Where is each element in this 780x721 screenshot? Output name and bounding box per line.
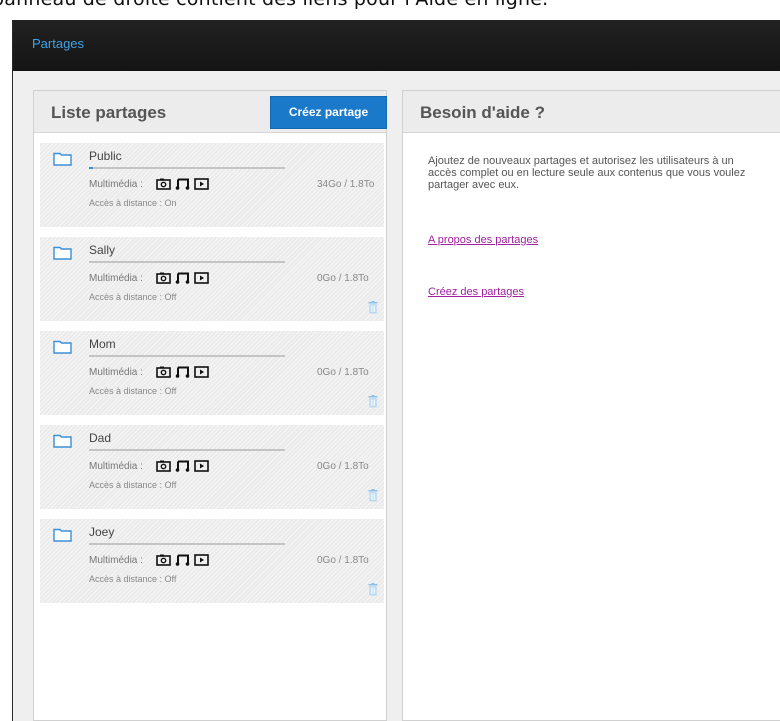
video-icon[interactable] bbox=[194, 459, 209, 472]
video-icon[interactable] bbox=[194, 553, 209, 566]
top-bar: Partages bbox=[13, 20, 780, 71]
folder-icon bbox=[53, 434, 72, 448]
app-frame: Partages Liste partages Créez partage Pu… bbox=[12, 20, 780, 721]
usage-bar bbox=[89, 261, 285, 263]
shares-panel-title: Liste partages bbox=[51, 103, 167, 122]
music-icon[interactable] bbox=[175, 459, 190, 472]
media-icons bbox=[156, 365, 209, 378]
remote-access-status: Accès à distance : Off bbox=[89, 574, 177, 584]
usage-bar bbox=[89, 355, 285, 357]
share-item-sally[interactable]: Sally Multimédia : 0Go / 1.8To Accès à d… bbox=[40, 237, 384, 321]
usage-bar bbox=[89, 167, 285, 169]
share-item-mom[interactable]: Mom Multimédia : 0Go / 1.8To Accès à dis… bbox=[40, 331, 384, 415]
share-name: Public bbox=[89, 149, 122, 163]
photo-icon[interactable] bbox=[156, 553, 171, 566]
breadcrumb[interactable]: Partages bbox=[32, 36, 84, 51]
create-shares-link[interactable]: Créez des partages bbox=[428, 286, 524, 298]
trash-icon[interactable] bbox=[368, 489, 378, 502]
shares-panel-header: Liste partages Créez partage bbox=[34, 91, 387, 133]
photo-icon[interactable] bbox=[156, 459, 171, 472]
help-panel: Besoin d'aide ? Ajoutez de nouveaux part… bbox=[402, 90, 780, 721]
share-list: Public Multimédia : 34Go / 1.8To Accès à… bbox=[40, 143, 384, 613]
media-icons bbox=[156, 177, 209, 190]
folder-icon bbox=[53, 152, 72, 166]
about-shares-link[interactable]: A propos des partages bbox=[428, 234, 538, 246]
shares-list-panel: Liste partages Créez partage Public Mult… bbox=[33, 90, 387, 721]
media-label: Multimédia : bbox=[89, 179, 143, 190]
media-label: Multimédia : bbox=[89, 555, 143, 566]
music-icon[interactable] bbox=[175, 365, 190, 378]
share-name: Mom bbox=[89, 337, 116, 351]
video-icon[interactable] bbox=[194, 365, 209, 378]
video-icon[interactable] bbox=[194, 271, 209, 284]
share-name: Joey bbox=[89, 525, 115, 539]
remote-access-status: Accès à distance : Off bbox=[89, 292, 177, 302]
usage-bar bbox=[89, 543, 285, 545]
share-item-joey[interactable]: Joey Multimédia : 0Go / 1.8To Accès à di… bbox=[40, 519, 384, 603]
media-icons bbox=[156, 553, 209, 566]
page-caption: panneau de droite contient des liens pou… bbox=[0, 0, 780, 18]
music-icon[interactable] bbox=[175, 553, 190, 566]
media-label: Multimédia : bbox=[89, 367, 143, 378]
folder-icon bbox=[53, 528, 72, 542]
usage-text: 34Go / 1.8To bbox=[317, 179, 375, 190]
media-icons bbox=[156, 459, 209, 472]
media-label: Multimédia : bbox=[89, 461, 143, 472]
folder-icon bbox=[53, 246, 72, 260]
share-name: Dad bbox=[89, 431, 112, 445]
trash-icon[interactable] bbox=[368, 395, 378, 408]
media-icons bbox=[156, 271, 209, 284]
create-share-button[interactable]: Créez partage bbox=[270, 96, 387, 129]
music-icon[interactable] bbox=[175, 271, 190, 284]
usage-bar-fill bbox=[89, 167, 93, 169]
media-label: Multimédia : bbox=[89, 273, 143, 284]
usage-text: 0Go / 1.8To bbox=[317, 461, 369, 472]
music-icon[interactable] bbox=[175, 177, 190, 190]
trash-icon[interactable] bbox=[368, 301, 378, 314]
share-item-public[interactable]: Public Multimédia : 34Go / 1.8To Accès à… bbox=[40, 143, 384, 227]
usage-text: 0Go / 1.8To bbox=[317, 367, 369, 378]
usage-text: 0Go / 1.8To bbox=[317, 273, 369, 284]
photo-icon[interactable] bbox=[156, 177, 171, 190]
remote-access-status: Accès à distance : On bbox=[89, 198, 177, 208]
folder-icon bbox=[53, 340, 72, 354]
help-panel-header: Besoin d'aide ? bbox=[403, 91, 780, 133]
help-panel-title: Besoin d'aide ? bbox=[420, 103, 545, 122]
help-description: Ajoutez de nouveaux partages et autorise… bbox=[428, 155, 746, 191]
share-name: Sally bbox=[89, 243, 116, 257]
share-item-dad[interactable]: Dad Multimédia : 0Go / 1.8To Accès à dis… bbox=[40, 425, 384, 509]
remote-access-status: Accès à distance : Off bbox=[89, 480, 177, 490]
trash-icon[interactable] bbox=[368, 583, 378, 596]
photo-icon[interactable] bbox=[156, 271, 171, 284]
video-icon[interactable] bbox=[194, 177, 209, 190]
usage-text: 0Go / 1.8To bbox=[317, 555, 369, 566]
usage-bar bbox=[89, 449, 285, 451]
photo-icon[interactable] bbox=[156, 365, 171, 378]
remote-access-status: Accès à distance : Off bbox=[89, 386, 177, 396]
